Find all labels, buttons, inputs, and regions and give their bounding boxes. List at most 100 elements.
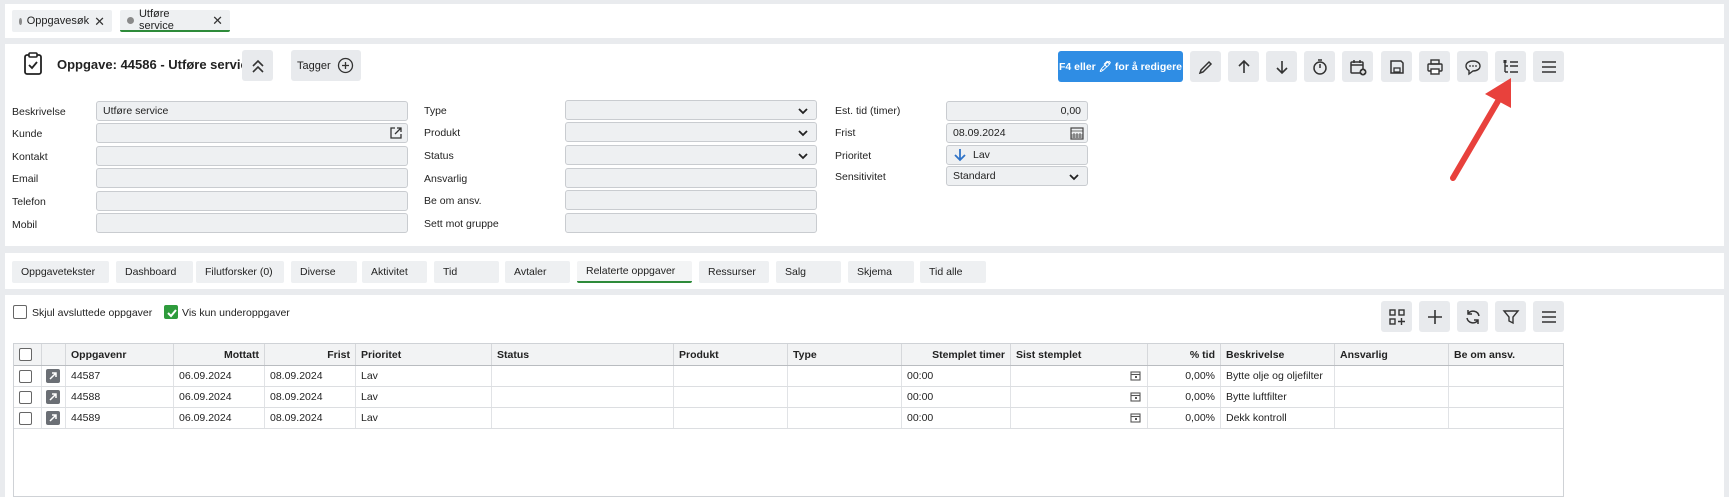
header-beskrivelse[interactable]: Beskrivelse xyxy=(1221,344,1335,365)
collapse-button[interactable] xyxy=(242,50,273,81)
tab-label: Oppgavesøk xyxy=(26,15,90,27)
label-be-om-ansv: Be om ansv. xyxy=(424,195,482,207)
label-frist: Frist xyxy=(835,127,856,139)
cell-mottatt: 06.09.2024 xyxy=(174,366,265,386)
open-row-icon[interactable] xyxy=(46,390,60,404)
select-all-checkbox[interactable] xyxy=(19,348,32,361)
telefon-field[interactable] xyxy=(96,191,408,211)
edit-button[interactable]: F4 eller 🖊 for å redigere xyxy=(1058,51,1183,82)
label-ansvarlig: Ansvarlig xyxy=(424,173,468,185)
tab-utfore-service[interactable]: Utføre service ✕ xyxy=(120,8,230,32)
row-open-cell xyxy=(42,387,66,407)
calendar-icon[interactable] xyxy=(1130,412,1141,423)
tab-dashboard[interactable]: Dashboard xyxy=(116,261,193,283)
be-om-ansv-field[interactable] xyxy=(565,190,817,210)
cell-mottatt: 06.09.2024 xyxy=(174,387,265,407)
close-icon[interactable]: ✕ xyxy=(212,14,223,27)
add-appointment-button[interactable] xyxy=(1342,51,1373,82)
type-select[interactable] xyxy=(565,100,817,120)
header-mottatt[interactable]: Mottatt xyxy=(174,344,265,365)
close-icon[interactable]: ✕ xyxy=(94,15,105,28)
row-checkbox[interactable] xyxy=(19,390,32,404)
table-row[interactable]: 44587 06.09.2024 08.09.2024 Lav 00:00 0,… xyxy=(14,366,1563,387)
cell-ansvarlig xyxy=(1335,366,1449,386)
header-oppgavenr[interactable]: Oppgavenr xyxy=(66,344,174,365)
header-status[interactable]: Status xyxy=(492,344,674,365)
grid-menu-button[interactable] xyxy=(1533,301,1564,332)
tab-skjema[interactable]: Skjema xyxy=(848,261,914,283)
print-icon xyxy=(1426,58,1444,76)
tab-tid[interactable]: Tid xyxy=(434,261,499,283)
tab-filutforsker[interactable]: Filutforsker (0) xyxy=(196,261,284,283)
header-prosent-tid[interactable]: % tid xyxy=(1148,344,1221,365)
table-row[interactable]: 44589 06.09.2024 08.09.2024 Lav 00:00 0,… xyxy=(14,408,1563,429)
kunde-field[interactable] xyxy=(96,123,408,143)
calendar-icon[interactable] xyxy=(1130,370,1141,381)
header-ansvarlig[interactable]: Ansvarlig xyxy=(1335,344,1449,365)
header-prioritet[interactable]: Prioritet xyxy=(356,344,492,365)
cell-ansvarlig xyxy=(1335,408,1449,428)
label-est-tid: Est. tid (timer) xyxy=(835,105,901,117)
tab-relaterte-oppgaver[interactable]: Relaterte oppgaver xyxy=(577,261,692,283)
page-title: Oppgave: 44586 - Utføre service xyxy=(57,57,255,72)
est-tid-field[interactable]: 0,00 xyxy=(946,101,1088,121)
refresh-button[interactable] xyxy=(1457,301,1488,332)
external-link-icon[interactable] xyxy=(389,126,403,140)
next-button[interactable] xyxy=(1266,51,1297,82)
calendar-icon[interactable] xyxy=(1070,126,1084,140)
status-select[interactable] xyxy=(565,145,817,165)
tagger-button[interactable]: Tagger xyxy=(291,50,361,81)
header-stemplet-timer[interactable]: Stemplet timer xyxy=(902,344,1011,365)
mobil-field[interactable] xyxy=(96,213,408,233)
cell-type xyxy=(788,387,902,407)
header-sist-stemplet[interactable]: Sist stemplet xyxy=(1011,344,1148,365)
filter-button[interactable] xyxy=(1495,301,1526,332)
kontakt-field[interactable] xyxy=(96,146,408,166)
chevron-down-icon xyxy=(797,105,809,117)
open-row-icon[interactable] xyxy=(46,369,60,383)
tree-list-icon xyxy=(1502,58,1520,76)
cell-prioritet: Lav xyxy=(356,387,492,407)
table-row[interactable]: 44588 06.09.2024 08.09.2024 Lav 00:00 0,… xyxy=(14,387,1563,408)
header-produkt[interactable]: Produkt xyxy=(674,344,788,365)
chevron-down-icon xyxy=(797,150,809,162)
tab-oppgavesok[interactable]: Oppgavesøk ✕ xyxy=(12,10,112,32)
tab-diverse[interactable]: Diverse xyxy=(291,261,357,283)
row-checkbox[interactable] xyxy=(19,369,32,383)
add-subtask-button[interactable] xyxy=(1419,301,1450,332)
tab-ressurser[interactable]: Ressurser xyxy=(699,261,769,283)
email-field[interactable] xyxy=(96,168,408,188)
produkt-select[interactable] xyxy=(565,122,817,142)
save-icon xyxy=(1388,58,1406,76)
only-subtasks-checkbox[interactable] xyxy=(164,305,178,319)
row-checkbox[interactable] xyxy=(19,411,32,425)
tab-oppgavetekster[interactable]: Oppgavetekster xyxy=(12,261,109,283)
header-be-om-ansv[interactable]: Be om ansv. xyxy=(1449,344,1563,365)
tab-tid-alle[interactable]: Tid alle xyxy=(920,261,986,283)
ansvarlig-field[interactable] xyxy=(565,168,817,188)
frist-field[interactable]: 08.09.2024 xyxy=(946,123,1088,143)
menu-icon xyxy=(1540,308,1558,326)
cell-produkt xyxy=(674,366,788,386)
header-frist[interactable]: Frist xyxy=(265,344,356,365)
document-tabstrip: Oppgavesøk ✕ Utføre service ✕ xyxy=(5,4,1724,38)
open-row-icon[interactable] xyxy=(46,411,60,425)
add-widget-button[interactable] xyxy=(1381,301,1412,332)
chevrons-up-icon xyxy=(250,58,266,74)
header-type[interactable]: Type xyxy=(788,344,902,365)
tab-avtaler[interactable]: Avtaler xyxy=(505,261,570,283)
cell-status xyxy=(492,366,674,386)
pen-button[interactable] xyxy=(1190,51,1221,82)
sensitivitet-select[interactable]: Standard xyxy=(946,166,1088,186)
sett-mot-gruppe-field[interactable] xyxy=(565,213,817,233)
menu-button[interactable] xyxy=(1533,51,1564,82)
prioritet-field[interactable]: Lav xyxy=(946,145,1088,165)
previous-button[interactable] xyxy=(1228,51,1259,82)
tab-aktivitet[interactable]: Aktivitet xyxy=(362,261,427,283)
tab-salg[interactable]: Salg xyxy=(776,261,841,283)
beskrivelse-field[interactable]: Utføre service xyxy=(96,101,408,121)
calendar-icon[interactable] xyxy=(1130,391,1141,402)
timer-button[interactable] xyxy=(1304,51,1335,82)
save-button[interactable] xyxy=(1381,51,1412,82)
hide-closed-checkbox[interactable] xyxy=(13,305,27,319)
